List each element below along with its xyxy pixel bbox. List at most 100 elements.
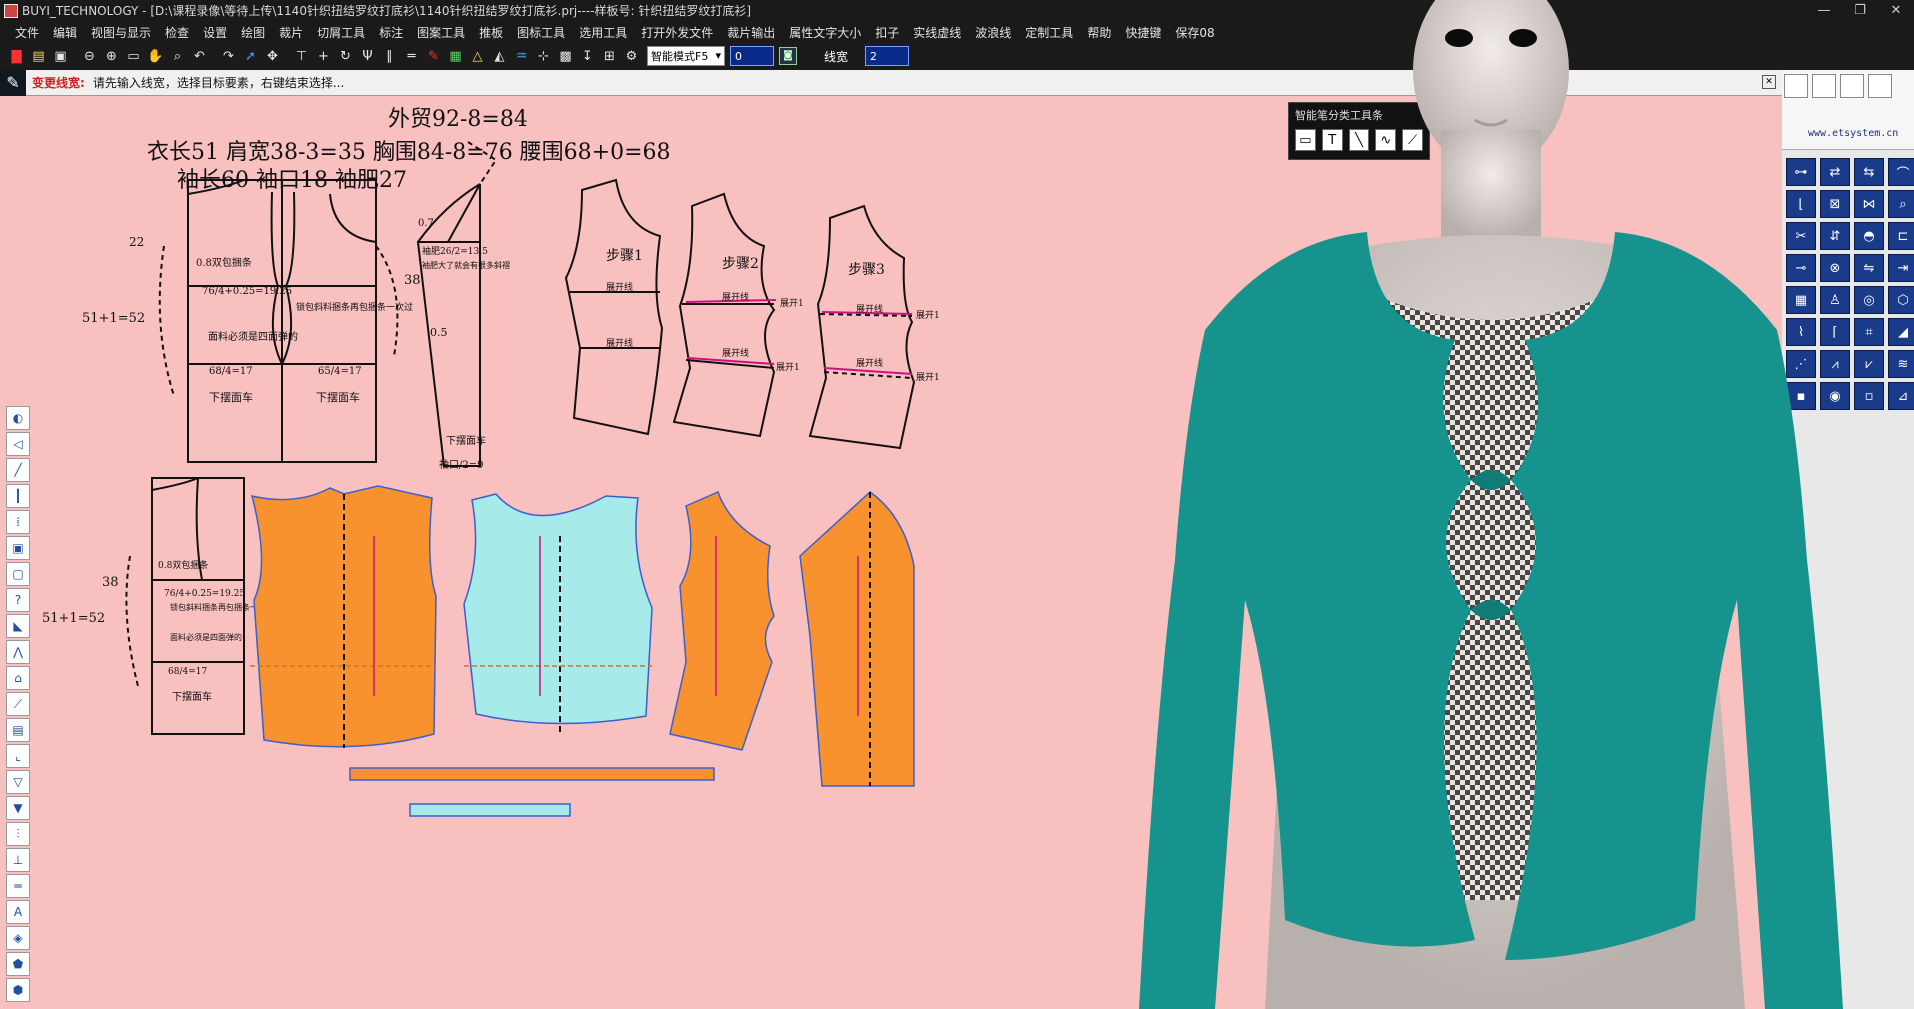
drill-icon[interactable]: ▼ <box>6 796 30 820</box>
fork-icon[interactable]: Ψ <box>357 46 378 67</box>
menu-item-3[interactable]: 检查 <box>158 24 196 41</box>
curve-icon[interactable]: ◁ <box>6 432 30 456</box>
pan-icon[interactable]: ✋ <box>145 46 166 67</box>
line-tool-icon[interactable]: ╱ <box>6 458 30 482</box>
text-tool-button[interactable]: T <box>1321 129 1343 151</box>
export-icon[interactable] <box>1868 74 1892 98</box>
menu-item-17[interactable]: 实线虚线 <box>906 24 968 41</box>
menu-item-21[interactable]: 快捷键 <box>1118 24 1168 41</box>
tool-icon-10[interactable]: ⇵ <box>1820 222 1850 250</box>
fit-view-icon[interactable]: ▭ <box>123 46 144 67</box>
image-icon[interactable]: ▩ <box>555 46 576 67</box>
line-icon[interactable]: ═ <box>401 46 422 67</box>
fill-icon[interactable]: ◭ <box>489 46 510 67</box>
curve-draw-icon[interactable]: ∿ <box>1375 129 1397 151</box>
menu-item-18[interactable]: 波浪线 <box>968 24 1018 41</box>
tool-icon-8[interactable]: ⌕ <box>1888 190 1914 218</box>
symbol-icon[interactable]: ♒ <box>511 46 532 67</box>
menu-item-22[interactable]: 保存08 <box>1168 24 1221 41</box>
menu-item-0[interactable]: 文件 <box>8 24 46 41</box>
notch-icon[interactable]: ⟋ <box>6 692 30 716</box>
table-icon[interactable]: ▤ <box>6 718 30 742</box>
settings-icon[interactable]: ⚙ <box>621 46 642 67</box>
tool-icon-11[interactable]: ◓ <box>1854 222 1884 250</box>
redo-icon[interactable]: ↷ <box>218 46 239 67</box>
maximize-button[interactable]: ❐ <box>1842 0 1878 22</box>
menu-item-15[interactable]: 属性文字大小 <box>782 24 868 41</box>
tool-icon-26[interactable]: ⩘ <box>1820 350 1850 378</box>
rect-tool-icon[interactable]: ▭ <box>1295 129 1316 151</box>
grid-icon[interactable]: ▦ <box>445 46 466 67</box>
frame-tool-icon[interactable]: ▢ <box>6 562 30 586</box>
binding-strip-orange[interactable] <box>349 767 715 781</box>
tool-icon-15[interactable]: ⇋ <box>1854 254 1884 282</box>
zoom-out-icon[interactable]: ⊖ <box>79 46 100 67</box>
zoom-window-icon[interactable]: ⌕ <box>167 46 188 67</box>
help-icon[interactable]: ? <box>6 588 30 612</box>
menu-item-6[interactable]: 裁片 <box>272 24 310 41</box>
split-icon[interactable]: ⁞ <box>6 510 30 534</box>
save-icon[interactable]: ▣ <box>50 46 71 67</box>
menu-item-12[interactable]: 选用工具 <box>572 24 634 41</box>
step-piece-3[interactable] <box>808 204 916 450</box>
move-icon[interactable]: ✥ <box>262 46 283 67</box>
tool-icon-9[interactable]: ✂ <box>1786 222 1816 250</box>
menu-item-4[interactable]: 设置 <box>196 24 234 41</box>
tool-icon-28[interactable]: ≋ <box>1888 350 1914 378</box>
pen-icon[interactable]: ✎ <box>423 46 444 67</box>
cross-icon[interactable]: + <box>313 46 334 67</box>
tool-icon-2[interactable]: ⇄ <box>1820 158 1850 186</box>
tool-icon-32[interactable]: ⊿ <box>1888 382 1914 410</box>
menu-item-19[interactable]: 定制工具 <box>1018 24 1080 41</box>
layout-icon[interactable] <box>1784 74 1808 98</box>
tool-icon-3[interactable]: ⇆ <box>1854 158 1884 186</box>
shape-icon[interactable]: ◣ <box>6 614 30 638</box>
ruler-icon[interactable]: ┃ <box>6 484 30 508</box>
tool-icon-24[interactable]: ◢ <box>1888 318 1914 346</box>
tool-icon-17[interactable]: ▦ <box>1786 286 1816 314</box>
tool-icon-22[interactable]: ⌈ <box>1820 318 1850 346</box>
tool-icon-1[interactable]: ⊶ <box>1786 158 1816 186</box>
close-prompt-icon[interactable]: ✕ <box>1762 75 1776 89</box>
print-icon[interactable] <box>1840 74 1864 98</box>
undo-icon[interactable]: ↶ <box>189 46 210 67</box>
pattern-side[interactable] <box>669 490 775 751</box>
menu-item-11[interactable]: 图标工具 <box>510 24 572 41</box>
tool-icon-31[interactable]: ▫ <box>1854 382 1884 410</box>
pattern-front[interactable] <box>250 485 437 748</box>
step-piece-1[interactable] <box>564 178 664 436</box>
piece-icon[interactable]: ⬟ <box>6 952 30 976</box>
pattern-back[interactable] <box>463 493 653 732</box>
tool-icon-25[interactable]: ⋰ <box>1786 350 1816 378</box>
grainline-icon[interactable]: ⬢ <box>6 978 30 1002</box>
text-tool-icon[interactable]: A <box>6 900 30 924</box>
parallel-icon[interactable]: ∥ <box>379 46 400 67</box>
line-draw-icon[interactable]: ╲ <box>1348 129 1370 151</box>
tool-icon-6[interactable]: ⊠ <box>1820 190 1850 218</box>
measure-icon[interactable]: ↧ <box>577 46 598 67</box>
menu-item-7[interactable]: 切屑工具 <box>310 24 372 41</box>
smart-curve-icon[interactable]: ⟋ <box>1402 129 1423 151</box>
pin-icon[interactable]: ⊹ <box>533 46 554 67</box>
binding-strip-cyan[interactable] <box>409 803 571 817</box>
menu-item-13[interactable]: 打开外发文件 <box>634 24 720 41</box>
dart-icon[interactable]: ⋀ <box>6 640 30 664</box>
pleat-icon[interactable]: ⌂ <box>6 666 30 690</box>
menu-item-10[interactable]: 推板 <box>472 24 510 41</box>
tool-icon-21[interactable]: ⌇ <box>1786 318 1816 346</box>
tool-icon-13[interactable]: ⊸ <box>1786 254 1816 282</box>
bodice-draft-top[interactable] <box>158 179 399 463</box>
funnel-icon[interactable]: ▽ <box>6 770 30 794</box>
seam-icon[interactable]: ⫶ <box>6 822 30 846</box>
corner-icon[interactable]: ⌞ <box>6 744 30 768</box>
tool-icon-4[interactable]: ⌒ <box>1888 158 1914 186</box>
close-button[interactable]: ✕ <box>1878 0 1914 22</box>
photo-icon[interactable] <box>1812 74 1836 98</box>
tool-icon-27[interactable]: ⩗ <box>1854 350 1884 378</box>
tool-icon-20[interactable]: ⬡ <box>1888 286 1914 314</box>
mode-select[interactable]: 智能模式F5 <box>647 46 725 66</box>
tool-icon-30[interactable]: ◉ <box>1820 382 1850 410</box>
select-icon[interactable]: ➚ <box>240 46 261 67</box>
menu-item-2[interactable]: 视图与显示 <box>84 24 158 41</box>
edge-icon[interactable]: ⊥ <box>6 848 30 872</box>
